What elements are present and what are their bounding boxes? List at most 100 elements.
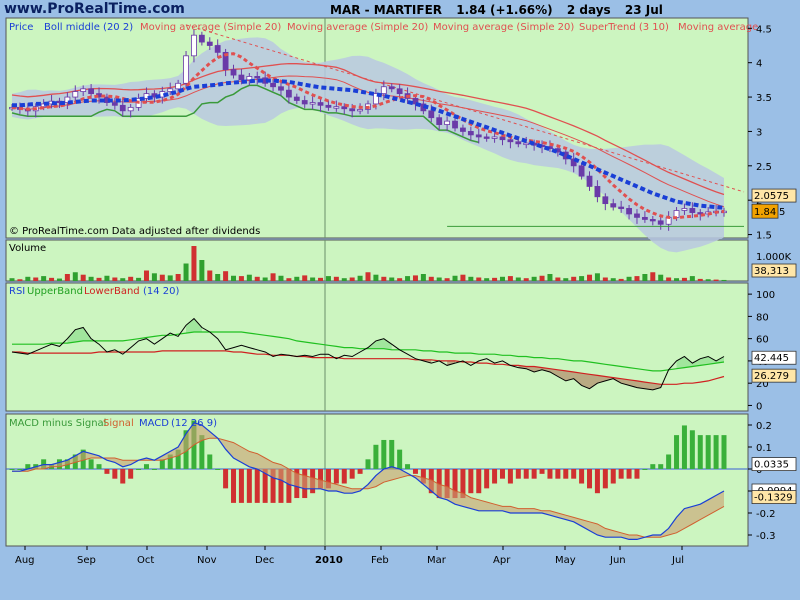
macd-histogram-bar xyxy=(484,469,490,489)
candle-body xyxy=(380,86,387,95)
candle-body xyxy=(72,91,79,98)
volume-bar xyxy=(136,277,142,281)
volume-bar xyxy=(231,275,237,281)
volume-bar xyxy=(246,274,252,281)
macd-histogram-bar xyxy=(88,459,94,469)
macd-histogram-bar xyxy=(674,435,680,469)
candle-body xyxy=(183,55,189,84)
volume-bar xyxy=(666,277,672,281)
candle-body xyxy=(293,96,300,101)
macd-histogram-bar xyxy=(531,469,537,479)
macd-histogram-bar xyxy=(365,459,371,469)
macd-histogram-bar xyxy=(721,435,727,469)
macd-histogram-bar xyxy=(547,469,553,479)
volume-bar xyxy=(507,276,513,281)
macd-histogram-bar xyxy=(389,439,395,469)
candle-body xyxy=(175,82,182,90)
macd-legend-item: (12 26 9) xyxy=(171,418,217,429)
volume-bar xyxy=(381,276,387,281)
candle-body xyxy=(594,186,601,198)
candle-body xyxy=(230,69,237,76)
macd-histogram-bar xyxy=(579,469,585,484)
volume-bar xyxy=(310,277,316,281)
candle-body xyxy=(523,142,530,146)
volume-bar xyxy=(270,273,276,281)
volume-bar xyxy=(183,263,189,281)
volume-bar xyxy=(88,276,94,281)
candle-body xyxy=(515,141,522,145)
macd-histogram-bar xyxy=(223,469,229,489)
macd-histogram-bar xyxy=(618,469,624,479)
macd-histogram-bar xyxy=(697,435,703,469)
volume-bar xyxy=(302,275,308,281)
volume-legend: Volume xyxy=(9,243,46,254)
macd-histogram-bar xyxy=(136,469,142,470)
macd-histogram-bar xyxy=(626,469,632,479)
candle-body xyxy=(452,120,458,129)
volume-bar xyxy=(294,276,300,281)
volume-bar xyxy=(56,278,62,281)
candle-body xyxy=(602,196,609,205)
volume-bar xyxy=(167,275,173,281)
candle-body xyxy=(119,104,126,112)
volume-bar xyxy=(262,277,268,281)
rsi-axis-tick-label: 100 xyxy=(756,290,775,301)
macd-histogram-bar xyxy=(468,469,474,494)
candle-body xyxy=(657,220,664,225)
price-axis-tick-label: 2.5 xyxy=(756,162,772,173)
volume-bar xyxy=(610,278,616,281)
candle-body xyxy=(333,106,340,109)
candle-body xyxy=(278,86,284,91)
macd-histogram-bar xyxy=(689,430,695,469)
price-legend-item: SuperTrend (3 10) xyxy=(579,22,669,33)
candle-body xyxy=(325,104,332,108)
volume-bar xyxy=(460,274,466,281)
volume-bar xyxy=(397,278,403,281)
volume-bar xyxy=(689,276,695,281)
macd-histogram-bar xyxy=(523,469,529,479)
macd-histogram-bar xyxy=(515,469,521,479)
volume-bar xyxy=(80,274,86,281)
rsi-axis-tick-label: 60 xyxy=(756,335,769,346)
volume-bar xyxy=(357,275,363,281)
volume-bar xyxy=(120,278,126,281)
macd-histogram-bar xyxy=(373,444,379,469)
macd-histogram-bar xyxy=(650,464,656,469)
candle-body xyxy=(467,131,474,136)
volume-bar xyxy=(159,274,165,281)
volume-bar xyxy=(476,277,482,281)
volume-bar xyxy=(721,279,727,281)
candle-body xyxy=(618,206,625,209)
candle-body xyxy=(483,136,490,139)
volume-bar xyxy=(674,278,680,281)
price-axis-tick-label: 1.5 xyxy=(756,231,772,242)
volume-bar xyxy=(64,274,70,281)
macd-histogram-bar xyxy=(112,469,118,479)
volume-bar xyxy=(626,276,632,281)
candle-body xyxy=(388,86,395,90)
volume-bar xyxy=(555,277,561,281)
candle-body xyxy=(396,88,403,95)
volume-last-value: 38,313 xyxy=(754,266,789,277)
macd-histogram-bar xyxy=(381,439,387,469)
macd-histogram-bar xyxy=(357,469,363,474)
candle-body xyxy=(309,102,316,105)
macd-histogram-bar xyxy=(412,469,418,474)
volume-bar xyxy=(325,276,331,281)
macd-histogram-bar xyxy=(476,469,482,494)
candle-body xyxy=(191,34,197,57)
macd-histogram-bar xyxy=(238,469,244,503)
volume-bar xyxy=(191,246,197,281)
candle-body xyxy=(649,219,656,222)
macd-histogram-bar xyxy=(713,435,719,469)
candle-body xyxy=(341,106,348,110)
volume-bar xyxy=(104,275,110,281)
candle-body xyxy=(586,175,593,187)
volume-bar xyxy=(523,278,529,281)
price-axis-tick-label: 3.5 xyxy=(756,93,772,104)
rsi-lower-value: 26.279 xyxy=(754,371,789,382)
volume-bar xyxy=(587,274,593,281)
candle-body xyxy=(285,89,292,98)
price-axis-tick-label: 4 xyxy=(756,59,762,70)
price-legend-item: Boll middle (20 2) xyxy=(44,22,133,33)
